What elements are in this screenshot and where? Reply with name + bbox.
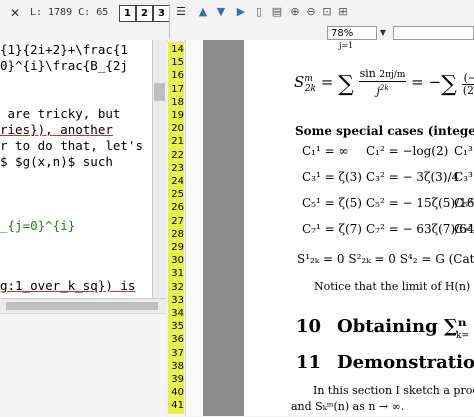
code-line: $ $g(x,n)$ such	[0, 154, 113, 169]
zoom-fit-icon[interactable]: ⊡	[320, 5, 334, 19]
toolbar: ✕ L: 1789 C: 65 1 2 3 ☰ ▲ ▼ ▶ ▯ ▤ ⊕ ⊖ ⊡ …	[0, 0, 474, 41]
special-case-formula: C₃³	[454, 170, 473, 184]
arrow-up-icon[interactable]: ▲	[196, 5, 210, 19]
section-11-title: Demonstration	[337, 352, 474, 373]
special-case-formula: C₇³	[454, 222, 473, 236]
section-10-number: 10	[296, 316, 322, 337]
special-case-formula: C₅³	[454, 196, 473, 210]
code-editor[interactable]: {1}{2i+2}+\frac{1 0}^{i}\frac{B_{2j are …	[0, 40, 152, 298]
s-values: S¹₂ₖ = 0 S²₂ₖ = 0 S⁴₂ = G (Catal	[297, 252, 474, 266]
code-line: {1}{2i+2}+\frac{1	[0, 42, 128, 57]
code-line: ries}), another	[0, 122, 113, 137]
section-11-number: 11	[296, 352, 322, 373]
code-line: 0}^{i}\frac{B_{2j	[0, 58, 128, 73]
line-number: 41	[168, 398, 184, 415]
special-case-formula: C₁³	[454, 144, 473, 158]
zoom-select[interactable]: 78%	[327, 26, 377, 40]
notice-text: Notice that the limit of H(n) a	[314, 280, 474, 293]
editor-vertical-scrollbar[interactable]	[152, 40, 167, 298]
code-line: r to do that, let's	[0, 138, 143, 153]
toolbar-divider	[169, 4, 170, 38]
section-heading: Some special cases (integer m	[295, 124, 474, 138]
paragraph-line: In this section I sketch a proof f	[313, 384, 474, 397]
gutter-strip	[185, 40, 204, 416]
special-case-formula: C₃¹ = ζ(3)	[302, 170, 362, 184]
special-case-formula: C₃² = − 3ζ(3)/4	[366, 170, 460, 184]
pages-icon[interactable]: ▤	[270, 5, 284, 19]
section-10-subscript: k=	[456, 331, 469, 341]
code-line: _{j=0}^{i}	[0, 218, 76, 233]
special-case-formula: C₁² = −log(2)	[366, 144, 449, 158]
close-icon[interactable]: ✕	[8, 6, 22, 20]
view-3-button[interactable]: 3	[153, 5, 170, 22]
special-case-formula: C₅¹ = ζ(5)	[302, 196, 362, 210]
zoom-out-icon[interactable]: ⊖	[304, 5, 318, 19]
special-case-formula: C₇¹ = ζ(7)	[302, 222, 362, 236]
chevron-down-icon[interactable]: ▼	[377, 26, 389, 40]
formula-main: Sm2k = ∑ sin 2πj/m j2k = −∑ (−1)k (2k −	[294, 68, 474, 98]
cursor-position: L: 1789 C: 65	[30, 7, 109, 18]
pdf-page: j=1 Sm2k = ∑ sin 2πj/m j2k = −∑ (−1)k (2…	[244, 40, 474, 416]
editor-lower-panel	[0, 313, 166, 417]
code-line: are tricky, but	[0, 106, 121, 121]
arrow-right-icon[interactable]: ▶	[234, 5, 248, 19]
pdf-fragment: j=1	[339, 41, 354, 50]
line-number-gutter: 14 15 16 17 18 19 20 21 22 23 24 25 26 27 28 29 30 31 32 33…	[168, 40, 184, 416]
view-2-button[interactable]: 2	[136, 5, 153, 22]
zoom-in-icon[interactable]: ⊕	[288, 5, 302, 19]
scrollbar-thumb[interactable]	[6, 302, 158, 310]
editor-horizontal-scrollbar[interactable]	[0, 298, 166, 313]
search-input[interactable]	[393, 26, 474, 40]
list-icon[interactable]: ☰	[174, 5, 188, 19]
scrollbar-thumb[interactable]	[154, 83, 165, 101]
view-1-button[interactable]: 1	[119, 5, 136, 22]
paragraph-line: and Sₖᵐ(n) as n → ∞.	[291, 400, 405, 413]
page-icon[interactable]: ▯	[252, 5, 266, 19]
special-case-formula: C₁¹ = ∞	[302, 144, 349, 158]
code-line: g:1_over_k_sq}) is	[0, 278, 136, 293]
zoom-width-icon[interactable]: ⊞	[336, 5, 350, 19]
arrow-down-icon[interactable]: ▼	[214, 5, 228, 19]
section-10-title: Obtaining ∑ⁿ	[337, 316, 467, 337]
